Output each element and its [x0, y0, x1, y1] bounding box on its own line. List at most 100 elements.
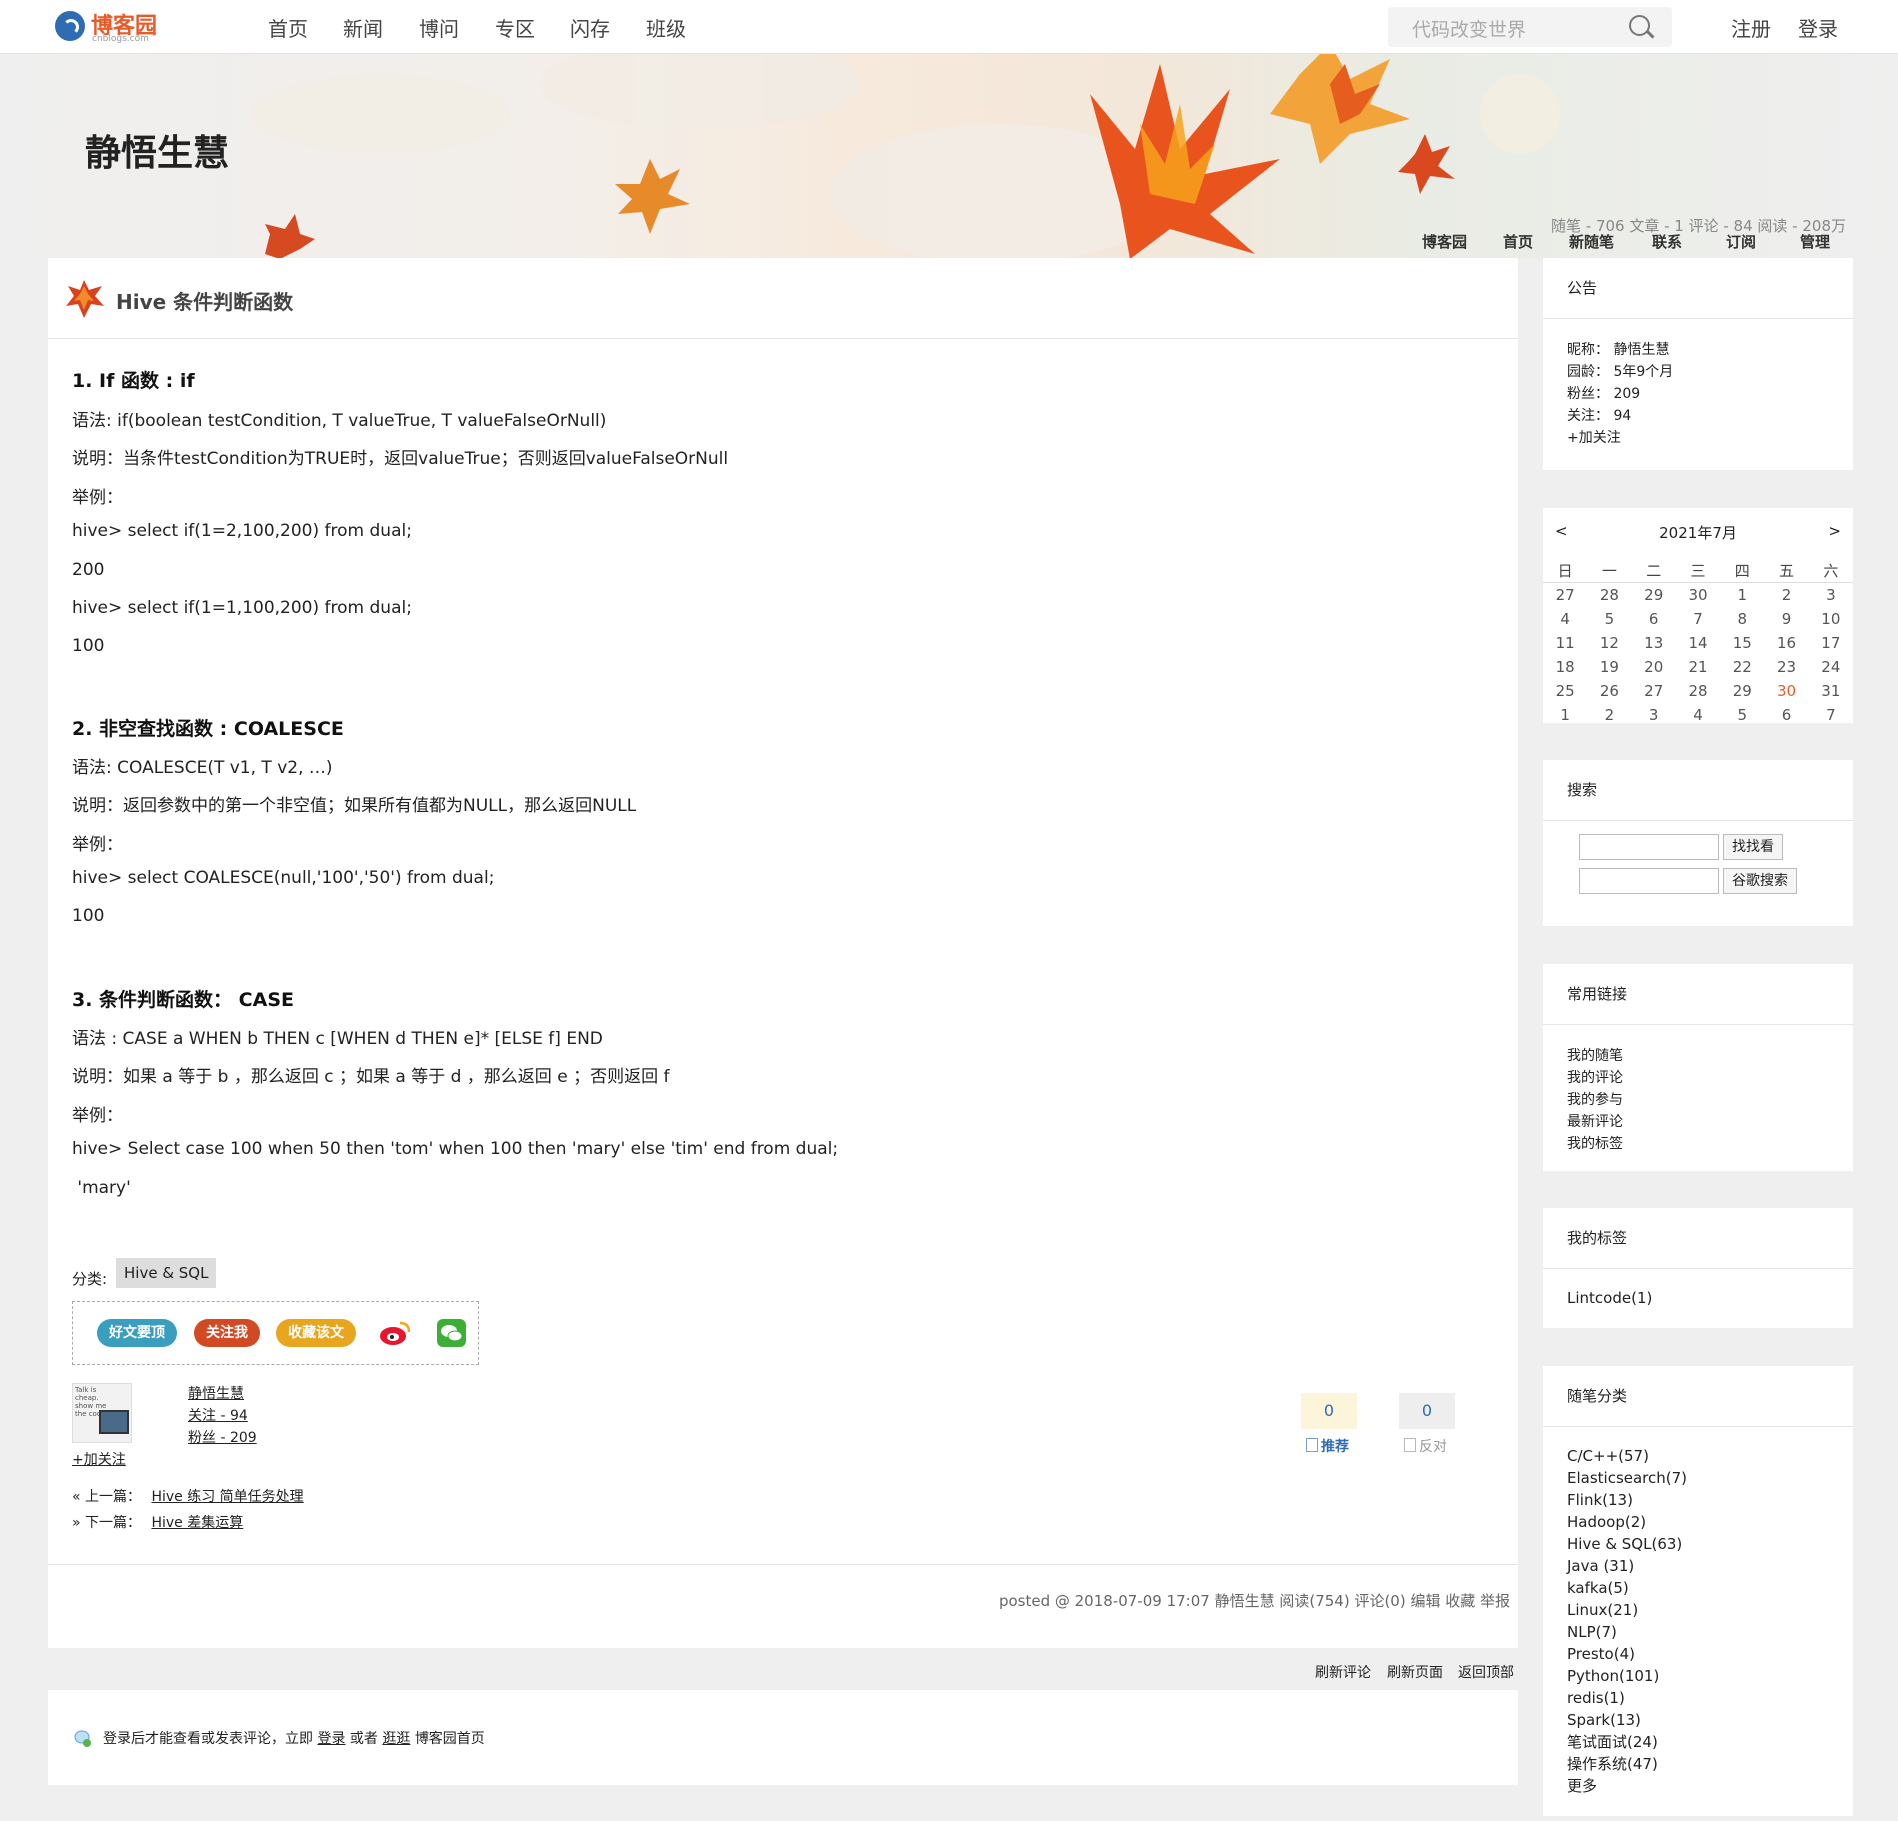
topnav-classes[interactable]: 班级	[646, 13, 686, 42]
calendar-day[interactable]: 27	[1543, 583, 1587, 608]
calendar-day[interactable]: 4	[1676, 703, 1720, 727]
calendar-day[interactable]: 6	[1764, 703, 1808, 727]
calendar-day[interactable]: 5	[1720, 703, 1764, 727]
topnav-zones[interactable]: 专区	[495, 13, 535, 42]
calendar-day[interactable]: 19	[1587, 655, 1631, 679]
topnav-flash[interactable]: 闪存	[570, 13, 610, 42]
wechat-icon[interactable]	[436, 1318, 468, 1348]
category-link[interactable]: redis(1)	[1567, 1687, 1829, 1709]
calendar-day[interactable]: 23	[1764, 655, 1808, 679]
category-tag[interactable]: Hive & SQL	[116, 1258, 217, 1288]
upvote-count[interactable]: 0	[1301, 1393, 1357, 1429]
tag-link[interactable]: Lintcode(1)	[1567, 1287, 1829, 1309]
post-title[interactable]: Hive 条件判断函数	[116, 286, 293, 315]
category-link[interactable]: Presto(4)	[1567, 1643, 1829, 1665]
google-search-button[interactable]: 谷歌搜索	[1723, 868, 1797, 894]
calendar-day[interactable]: 4	[1543, 607, 1587, 631]
blog-search-button[interactable]: 找找看	[1723, 834, 1783, 860]
calendar-day[interactable]: 26	[1587, 679, 1631, 703]
calendar-day[interactable]: 2	[1764, 583, 1808, 608]
sidebar-link-my-comments[interactable]: 我的评论	[1567, 1067, 1829, 1089]
calendar-day[interactable]: 13	[1632, 631, 1676, 655]
category-link[interactable]: NLP(7)	[1567, 1621, 1829, 1643]
site-search-input[interactable]: 代码改变世界	[1388, 7, 1672, 47]
calendar-day[interactable]: 31	[1809, 679, 1853, 703]
calendar-day[interactable]: 5	[1587, 607, 1631, 631]
topnav-news[interactable]: 新闻	[343, 13, 383, 42]
topnav-home[interactable]: 首页	[268, 13, 308, 42]
calendar-day[interactable]: 28	[1587, 583, 1631, 608]
author-avatar[interactable]: Talk is cheap. show me the code.	[72, 1383, 132, 1443]
calendar-day[interactable]: 14	[1676, 631, 1720, 655]
add-follow-link[interactable]: +加关注	[72, 1449, 126, 1469]
category-link[interactable]: Hive & SQL(63)	[1567, 1533, 1829, 1555]
calendar-day[interactable]: 18	[1543, 655, 1587, 679]
author-name-link[interactable]: 静悟生慧	[188, 1383, 244, 1403]
calendar-day[interactable]: 27	[1632, 679, 1676, 703]
refresh-comments-link[interactable]: 刷新评论	[1315, 1662, 1371, 1682]
calendar-day[interactable]: 15	[1720, 631, 1764, 655]
calendar-day[interactable]: 8	[1720, 607, 1764, 631]
calendar-day[interactable]: 3	[1809, 583, 1853, 608]
blog-nav-cnblogs[interactable]: 博客园	[1422, 231, 1467, 252]
recommend-button[interactable]: 推荐	[1306, 1436, 1349, 1456]
calendar-day[interactable]: 22	[1720, 655, 1764, 679]
calendar-day[interactable]: 20	[1632, 655, 1676, 679]
calendar-day[interactable]: 24	[1809, 655, 1853, 679]
category-link[interactable]: Python(101)	[1567, 1665, 1829, 1687]
recommend-post-button[interactable]: 好文要顶	[97, 1319, 177, 1347]
calendar-day[interactable]: 1	[1543, 703, 1587, 727]
calendar-day[interactable]: 29	[1720, 679, 1764, 703]
category-link[interactable]: Java (31)	[1567, 1555, 1829, 1577]
calendar-day[interactable]: 11	[1543, 631, 1587, 655]
calendar-day[interactable]: 28	[1676, 679, 1720, 703]
calendar-day[interactable]: 3	[1632, 703, 1676, 727]
weibo-icon[interactable]	[379, 1319, 411, 1347]
search-icon[interactable]	[1629, 15, 1650, 36]
sidebar-link-latest-comments[interactable]: 最新评论	[1567, 1111, 1829, 1133]
calendar-day[interactable]: 9	[1764, 607, 1808, 631]
author-follow-link[interactable]: 关注 - 94	[188, 1405, 248, 1425]
comment-login-link[interactable]: 登录	[317, 1731, 345, 1747]
calendar-day[interactable]: 16	[1764, 631, 1808, 655]
category-link[interactable]: kafka(5)	[1567, 1577, 1829, 1599]
sidebar-link-my-tags[interactable]: 我的标签	[1567, 1133, 1829, 1155]
categories-more-link[interactable]: 更多	[1567, 1775, 1829, 1797]
category-link[interactable]: Spark(13)	[1567, 1709, 1829, 1731]
profile-add-follow-link[interactable]: +加关注	[1567, 427, 1829, 449]
category-link[interactable]: Elasticsearch(7)	[1567, 1467, 1829, 1489]
category-link[interactable]: 操作系统(47)	[1567, 1753, 1829, 1775]
register-link[interactable]: 注册	[1731, 13, 1771, 42]
login-link[interactable]: 登录	[1798, 13, 1838, 42]
blog-search-input[interactable]	[1579, 834, 1719, 860]
sidebar-link-my-posts[interactable]: 我的随笔	[1567, 1045, 1829, 1067]
calendar-day[interactable]: 7	[1809, 703, 1853, 727]
blog-title[interactable]: 静悟生慧	[85, 124, 229, 176]
calendar-day[interactable]: 29	[1632, 583, 1676, 608]
calendar-day[interactable]: 21	[1676, 655, 1720, 679]
calendar-day[interactable]: 30	[1676, 583, 1720, 608]
sidebar-link-my-participation[interactable]: 我的参与	[1567, 1089, 1829, 1111]
refresh-page-link[interactable]: 刷新页面	[1387, 1662, 1443, 1682]
google-search-input[interactable]	[1579, 868, 1719, 894]
cnblogs-logo[interactable]: 博客园 cnblogs.com	[55, 8, 165, 46]
calendar-day[interactable]: 25	[1543, 679, 1587, 703]
browse-link[interactable]: 逛逛	[382, 1731, 410, 1747]
author-fans-link[interactable]: 粉丝 - 209	[188, 1427, 257, 1447]
category-link[interactable]: Hadoop(2)	[1567, 1511, 1829, 1533]
next-post-link[interactable]: Hive 差集运算	[151, 1515, 243, 1531]
calendar-day[interactable]: 12	[1587, 631, 1631, 655]
follow-me-button[interactable]: 关注我	[194, 1319, 260, 1347]
blog-nav-home[interactable]: 首页	[1503, 231, 1533, 252]
calendar-day[interactable]: 17	[1809, 631, 1853, 655]
category-link[interactable]: Flink(13)	[1567, 1489, 1829, 1511]
favorite-post-button[interactable]: 收藏该文	[276, 1319, 356, 1347]
calendar-day[interactable]: 10	[1809, 607, 1853, 631]
category-link[interactable]: C/C++(57)	[1567, 1445, 1829, 1467]
calendar-day[interactable]: 6	[1632, 607, 1676, 631]
calendar-day[interactable]: 7	[1676, 607, 1720, 631]
calendar-day[interactable]: 30	[1764, 679, 1808, 703]
prev-post-link[interactable]: Hive 练习 简单任务处理	[151, 1489, 303, 1505]
calendar-day[interactable]: 2	[1587, 703, 1631, 727]
topnav-questions[interactable]: 博问	[419, 13, 459, 42]
